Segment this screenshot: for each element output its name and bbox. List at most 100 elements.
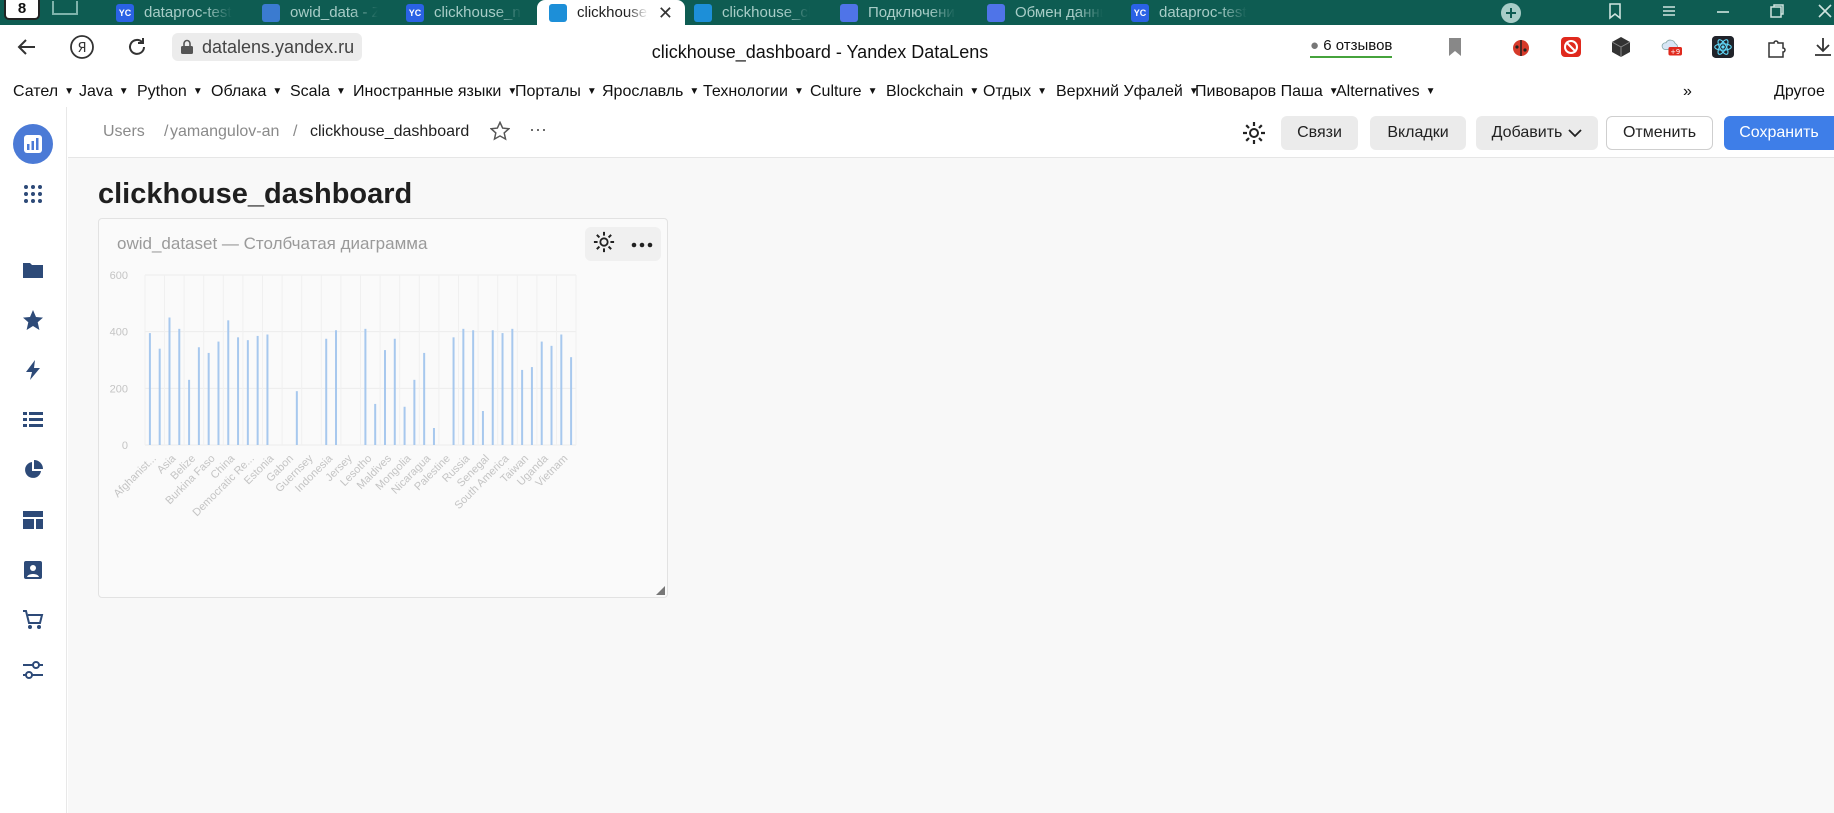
browser-tab-title: dataproc-test-n (144, 4, 232, 21)
breadcrumb-separator: / (164, 123, 169, 140)
browser-tab[interactable]: YC dataproc-test-n (1119, 0, 1259, 25)
reviews-link[interactable]: ● 6 отзывов (1310, 37, 1393, 58)
bookmarks-more[interactable]: » (1683, 83, 1692, 101)
browser-tab-title: clickhouse_clus (722, 4, 810, 21)
bar (481, 411, 484, 445)
bar (335, 330, 338, 445)
bookmark-label: Ярославль (602, 83, 684, 100)
datasets-icon[interactable] (13, 400, 53, 440)
new-tab-icon[interactable] (1500, 2, 1522, 25)
browser-tab[interactable]: clickhouse_clus (682, 0, 822, 25)
reports-icon[interactable] (13, 550, 53, 590)
connections-icon[interactable] (13, 350, 53, 390)
bookmark-folder[interactable]: Ярославль ▼ (602, 83, 699, 101)
breadcrumb-current: clickhouse_dashboard (310, 123, 470, 140)
bookmark-folder[interactable]: Пивоваров Паша ▼ (1195, 83, 1339, 101)
bookmark-folder[interactable]: Blockchain ▼ (886, 83, 979, 101)
browser-tab-title: dataproc-test-n (1159, 4, 1247, 21)
bar (168, 317, 171, 445)
menu-icon[interactable] (1660, 2, 1678, 25)
bookmark-label: Верхний Уфалей (1056, 83, 1183, 100)
bar (188, 379, 191, 445)
adblock-extension-icon[interactable] (1560, 36, 1582, 58)
bookmark-folder[interactable]: Верхний Уфалей ▼ (1056, 83, 1199, 101)
close-window-icon[interactable] (1816, 2, 1834, 25)
browser-tab-title: Подключение (868, 4, 956, 21)
tab-counter[interactable]: 8 (4, 0, 40, 20)
dashboards-icon[interactable] (13, 500, 53, 540)
bookmark-folder[interactable]: Java ▼ (79, 83, 129, 101)
bookmark-folder[interactable]: Отдых ▼ (983, 83, 1047, 101)
bookmark-folder[interactable]: Сател ▼ (13, 83, 74, 101)
comment-icon: ● (1310, 37, 1320, 54)
more-actions-icon[interactable]: ··· (529, 119, 547, 140)
bookmark-folder[interactable]: Culture ▼ (810, 83, 877, 101)
bookmark-folder[interactable]: Иностранные языки ▼ (353, 83, 517, 101)
puzzle-extension-icon[interactable] (1766, 36, 1788, 58)
breadcrumb-users[interactable]: Users (103, 123, 145, 141)
star-icon[interactable] (13, 300, 53, 340)
browser-tab[interactable]: YC clickhouse_net (394, 0, 534, 25)
close-tab-icon[interactable]: ✕ (658, 4, 673, 22)
cancel-button[interactable]: Отменить (1606, 116, 1713, 150)
bar (374, 403, 377, 445)
browser-tab[interactable]: Подключение (828, 0, 968, 25)
bookmark-page-icon[interactable] (1444, 36, 1466, 58)
dashboard-title: clickhouse_dashboard (98, 178, 413, 210)
browser-tab[interactable]: owid_data - Zep (250, 0, 390, 25)
breadcrumb-separator: / (293, 123, 298, 140)
react-extension-icon[interactable] (1712, 36, 1734, 58)
dashboard-header: Users / yamangulov-an / clickhouse_dashb… (68, 107, 1834, 158)
chart-widget[interactable]: owid_dataset — Столбчатая диаграмма 0 200… (98, 218, 668, 598)
favorite-star-icon[interactable] (489, 120, 511, 146)
cube-extension-icon[interactable] (1610, 36, 1632, 58)
marketplace-cart-icon[interactable] (13, 600, 53, 640)
bookmark-folder[interactable]: Python ▼ (137, 83, 203, 101)
browser-tab[interactable]: Обмен данным (975, 0, 1115, 25)
tabs-button[interactable]: Вкладки (1370, 116, 1466, 150)
browser-tab[interactable]: YC dataproc-test-n (104, 0, 244, 25)
dropdown-caret-icon: ▼ (336, 86, 346, 97)
bar (472, 330, 475, 445)
settings-gear-icon[interactable] (1242, 121, 1266, 150)
bookmark-label: Culture (810, 83, 862, 100)
y-tick-label: 400 (110, 327, 128, 339)
settings-sliders-icon[interactable] (13, 650, 53, 690)
bookmark-window-icon[interactable] (1606, 2, 1624, 25)
bar (570, 357, 573, 445)
app-sidebar (0, 107, 67, 813)
cloud-extension-icon[interactable]: +9 (1660, 36, 1682, 58)
bookmark-folder[interactable]: Облака ▼ (211, 83, 282, 101)
x-tick-label: Afghanist... (112, 453, 159, 500)
bar (178, 328, 181, 445)
bar (530, 367, 533, 445)
add-dropdown-button[interactable]: Добавить (1476, 116, 1598, 150)
browser-tab[interactable]: clickhouse_d ✕ (537, 0, 685, 25)
charts-icon[interactable] (13, 450, 53, 490)
save-button[interactable]: Сохранить (1724, 116, 1834, 150)
dropdown-caret-icon: ▼ (118, 86, 129, 97)
resize-handle-icon[interactable] (656, 586, 665, 595)
minimize-icon[interactable] (1714, 2, 1732, 25)
bookmark-folder[interactable]: Порталы ▼ (515, 83, 597, 101)
bookmarks-other[interactable]: Другое (1774, 83, 1825, 101)
restore-icon[interactable] (1768, 2, 1786, 25)
bookmark-folder[interactable]: Alternatives ▼ (1336, 83, 1436, 101)
tab-overview-icon[interactable] (52, 1, 78, 15)
services-grid-icon[interactable] (13, 174, 53, 214)
folder-icon[interactable] (13, 250, 53, 290)
breadcrumb-folder[interactable]: yamangulov-an (170, 123, 279, 141)
dropdown-caret-icon: ▼ (64, 86, 75, 97)
links-button[interactable]: Связи (1281, 116, 1358, 150)
dropdown-caret-icon: ▼ (867, 86, 878, 97)
bar (462, 328, 465, 445)
bookmark-folder[interactable]: Scala ▼ (290, 83, 346, 101)
ladybug-extension-icon[interactable] (1510, 36, 1532, 58)
dl-favicon-icon (694, 3, 712, 22)
bookmark-label: Blockchain (886, 83, 964, 100)
download-icon[interactable] (1812, 36, 1834, 58)
datalens-logo-icon[interactable] (13, 124, 53, 164)
bookmark-label: Python (137, 83, 187, 100)
bar (452, 337, 455, 445)
bookmark-folder[interactable]: Технологии ▼ (703, 83, 804, 101)
